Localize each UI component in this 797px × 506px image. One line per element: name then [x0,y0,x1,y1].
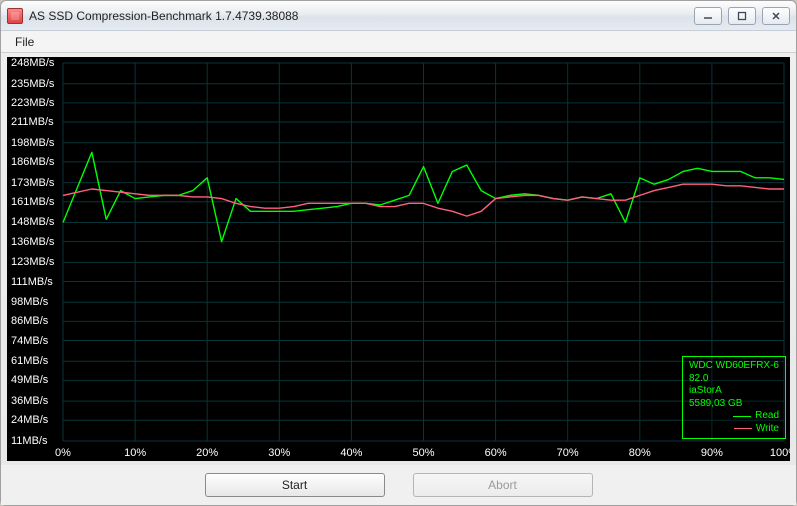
x-tick-label: 90% [701,447,723,459]
maximize-button[interactable] [728,7,756,25]
y-tick-label: 173MB/s [11,177,54,189]
y-tick-label: 49MB/s [11,374,48,386]
legend-write-label: Write [756,423,779,436]
y-tick-label: 198MB/s [11,137,54,149]
x-tick-label: 30% [268,447,290,459]
app-icon [7,8,23,24]
y-tick-label: 211MB/s [11,116,54,128]
abort-button[interactable]: Abort [413,473,593,497]
legend-firmware: 82.0 [689,373,779,386]
legend-capacity: 5589,03 GB [689,398,779,411]
button-row: Start Abort [1,465,796,505]
x-tick-label: 70% [557,447,579,459]
titlebar[interactable]: AS SSD Compression-Benchmark 1.7.4739.38… [1,1,796,31]
window-controls [694,7,790,25]
legend-driver: iaStorA [689,385,779,398]
y-tick-label: 11MB/s [11,435,47,447]
y-tick-label: 36MB/s [11,395,48,407]
legend-read-row: Read [689,410,779,423]
close-icon [771,11,781,21]
x-tick-label: 10% [124,447,146,459]
legend-box: WDC WD60EFRX-6 82.0 iaStorA 5589,03 GB R… [682,356,786,439]
y-tick-label: 74MB/s [11,335,48,347]
y-tick-label: 235MB/s [11,78,54,90]
chart-svg [7,57,790,461]
legend-read-swatch [733,416,751,417]
close-button[interactable] [762,7,790,25]
y-tick-label: 223MB/s [11,97,54,109]
y-tick-label: 123MB/s [11,256,54,268]
x-tick-label: 50% [412,447,434,459]
x-tick-label: 60% [485,447,507,459]
x-tick-label: 0% [55,447,71,459]
y-tick-label: 61MB/s [11,355,48,367]
legend-read-label: Read [755,410,779,423]
y-tick-label: 186MB/s [11,156,54,168]
start-button[interactable]: Start [205,473,385,497]
app-window: AS SSD Compression-Benchmark 1.7.4739.38… [0,0,797,506]
minimize-button[interactable] [694,7,722,25]
y-tick-label: 86MB/s [11,315,48,327]
y-tick-label: 248MB/s [11,57,54,69]
legend-device: WDC WD60EFRX-6 [689,360,779,373]
y-tick-label: 148MB/s [11,216,54,228]
x-tick-label: 100% [770,447,790,459]
x-tick-label: 20% [196,447,218,459]
maximize-icon [737,11,747,21]
window-title: AS SSD Compression-Benchmark 1.7.4739.38… [29,9,298,23]
menubar: File [1,31,796,53]
legend-write-row: Write [689,423,779,436]
x-tick-label: 40% [340,447,362,459]
legend-write-swatch [734,428,752,429]
y-tick-label: 161MB/s [11,196,54,208]
y-tick-label: 111MB/s [11,276,53,288]
y-tick-label: 24MB/s [11,414,48,426]
menu-file[interactable]: File [7,33,42,51]
x-tick-label: 80% [629,447,651,459]
chart-area: WDC WD60EFRX-6 82.0 iaStorA 5589,03 GB R… [7,57,790,461]
y-tick-label: 136MB/s [11,236,54,248]
minimize-icon [703,11,713,21]
y-tick-label: 98MB/s [11,296,48,308]
